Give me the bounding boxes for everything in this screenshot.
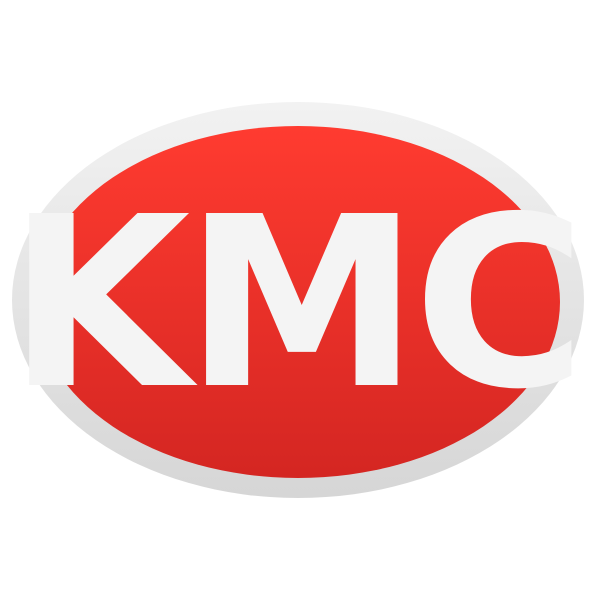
logo-canvas: KMC [0, 0, 600, 600]
logo-text: KMC [8, 166, 581, 441]
kmc-logo: KMC [8, 102, 586, 498]
